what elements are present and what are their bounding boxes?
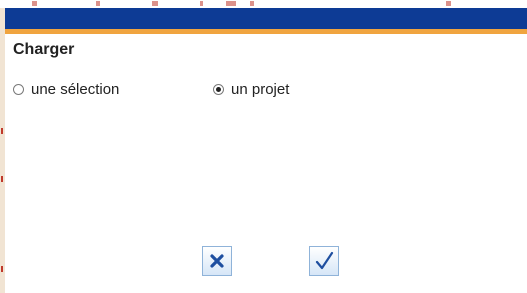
checkmark-icon xyxy=(315,251,334,270)
background-mark xyxy=(250,1,254,6)
option-projet[interactable]: un projet xyxy=(213,81,289,98)
confirm-button[interactable] xyxy=(309,246,339,276)
background-mark xyxy=(200,1,203,6)
option-selection[interactable]: une sélection xyxy=(13,81,119,98)
background-mark xyxy=(1,176,3,182)
background-mark xyxy=(152,1,158,6)
background-strip xyxy=(0,0,527,8)
dialog-title: Charger xyxy=(13,41,75,58)
background-mark xyxy=(1,128,3,134)
load-dialog: Charger une sélection un projet xyxy=(5,8,527,293)
radio-button-selected[interactable] xyxy=(213,84,224,95)
option-label: une sélection xyxy=(31,81,120,98)
screen: Charger une sélection un projet xyxy=(0,0,527,293)
background-mark xyxy=(96,1,100,6)
background-mark xyxy=(1,266,3,272)
cancel-button[interactable] xyxy=(202,246,232,276)
radio-button[interactable] xyxy=(13,84,24,95)
dialog-title-bar[interactable] xyxy=(5,8,527,34)
background-mark xyxy=(226,1,236,6)
option-label: un projet xyxy=(231,81,290,98)
background-mark xyxy=(32,1,37,6)
background-mark xyxy=(446,1,451,6)
close-icon xyxy=(210,254,224,268)
